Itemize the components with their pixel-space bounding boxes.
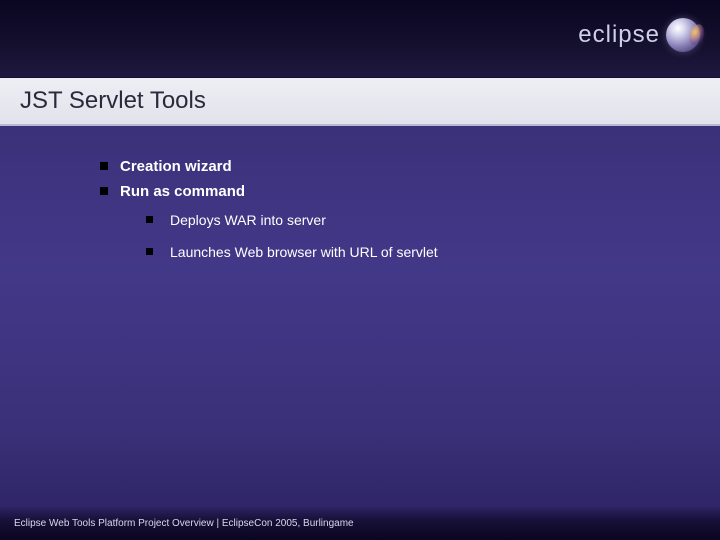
- footer-bar: Eclipse Web Tools Platform Project Overv…: [0, 506, 720, 540]
- sub-bullet-item: Launches Web browser with URL of servlet: [146, 243, 720, 263]
- sub-bullet-text: Deploys WAR into server: [170, 212, 326, 228]
- bullet-text: Run as command: [120, 183, 245, 200]
- title-band: JST Servlet Tools: [0, 78, 720, 126]
- sub-bullet-text: Launches Web browser with URL of servlet: [170, 244, 438, 260]
- bullet-text: Creation wizard: [120, 158, 232, 175]
- sub-bullet-item: Deploys WAR into server: [146, 211, 720, 231]
- bullet-item: Run as command Deploys WAR into server L…: [100, 181, 720, 263]
- slide-title: JST Servlet Tools: [20, 87, 206, 115]
- slide-content: Creation wizard Run as command Deploys W…: [0, 126, 720, 262]
- header-bar: eclipse: [0, 0, 720, 78]
- bullet-item: Creation wizard: [100, 156, 720, 179]
- footer-text: Eclipse Web Tools Platform Project Overv…: [14, 518, 354, 529]
- logo-text: eclipse: [578, 21, 660, 49]
- eclipse-logo: eclipse: [578, 18, 700, 52]
- eclipse-orb-icon: [666, 18, 700, 52]
